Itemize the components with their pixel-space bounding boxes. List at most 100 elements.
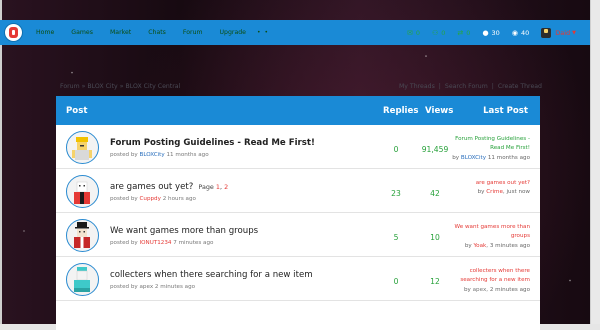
table-row[interactable]: Forum Posting Guidelines - Read Me First… (56, 125, 540, 169)
thread-meta: posted by BLOXCity 11 months ago (110, 152, 209, 158)
reply-count: 0 (393, 145, 399, 154)
avatar-figure (72, 137, 92, 160)
last-post-meta: by Yoak, 3 minutes ago (464, 242, 530, 249)
thread-title[interactable]: collecters when there searching for a ne… (110, 270, 313, 280)
last-post-author[interactable]: apex (473, 287, 487, 293)
my-threads-link[interactable]: My Threads (399, 83, 435, 90)
avatar[interactable] (66, 219, 99, 252)
last-post-by-label: by (452, 154, 460, 161)
breadcrumb: Forum» BLOX City» BLOX City Central (60, 83, 180, 90)
table-row[interactable]: are games out yet? Page 1, 2 posted by C… (56, 169, 540, 213)
top-navbar: Home Games Market Chats Forum Upgrade • … (0, 20, 590, 45)
scrollbar[interactable] (590, 0, 600, 330)
page-link-2[interactable]: 2 (224, 183, 228, 191)
thread-age: 2 hours ago (162, 196, 196, 202)
last-post-by-label: by (464, 242, 472, 249)
forum-actions: My Threads | Search Forum | Create Threa… (399, 83, 542, 90)
window-edge-left (0, 0, 2, 330)
friend-requests-counter[interactable]: ⚇ 0 (432, 29, 445, 37)
search-forum-link[interactable]: Search Forum (445, 83, 488, 90)
last-post: We want games more than groups by Yoak, … (446, 223, 530, 251)
reply-count: 23 (391, 189, 401, 198)
last-post-title[interactable]: Forum Posting Guidelines - Read Me First… (446, 135, 530, 154)
last-post: are games out yet? by Crime, just now (446, 179, 530, 198)
friends-icon: ⚇ (432, 28, 439, 37)
last-post-age: 2 minutes ago (489, 286, 530, 293)
last-post-by-label: by (463, 286, 471, 293)
header-views: Views (425, 106, 454, 116)
thread-age: 11 months ago (166, 152, 209, 158)
avatar[interactable] (66, 131, 99, 164)
avatar-figure (74, 181, 90, 204)
site-logo[interactable] (5, 24, 22, 41)
cash-icon: ◉ (511, 28, 518, 37)
nav-forum[interactable]: Forum (183, 29, 203, 36)
avatar-figure (74, 267, 90, 292)
nav-games[interactable]: Games (71, 29, 93, 36)
messages-counter[interactable]: ✉ 0 (407, 29, 420, 37)
last-post-author[interactable]: Yoak (474, 243, 487, 249)
thread-meta: posted by IONUT1234 7 minutes ago (110, 240, 213, 246)
page-links: Page 1, 2 (198, 183, 229, 191)
thread-meta: posted by Cuppdy 2 hours ago (110, 196, 196, 202)
last-post-title[interactable]: are games out yet? (446, 179, 530, 188)
avatar[interactable] (66, 263, 99, 296)
currency-2-amount: 40 (520, 28, 530, 37)
header-post: Post (66, 106, 88, 116)
breadcrumb-blox-city[interactable]: BLOX City (87, 83, 117, 90)
posted-by-label: posted by (110, 196, 138, 202)
divider: | (438, 83, 441, 90)
create-thread-link[interactable]: Create Thread (498, 83, 542, 90)
friend-requests-count: 0 (441, 28, 446, 37)
thread-author[interactable]: BLOXCity (140, 152, 165, 158)
thread-title-text[interactable]: are games out yet? (110, 182, 193, 192)
table-header: Post Replies Views Last Post (56, 96, 540, 125)
thread-title[interactable]: Forum Posting Guidelines - Read Me First… (110, 138, 315, 148)
last-post-meta: by BLOXCity 11 months ago (452, 155, 530, 161)
thread-author[interactable]: apex (140, 284, 154, 290)
currency-1[interactable]: ● 30 (482, 29, 499, 37)
page-label: Page (198, 183, 214, 191)
user-name[interactable]: Daid (555, 29, 570, 37)
trades-count: 0 (466, 28, 471, 37)
trades-counter[interactable]: ⇄ 0 (457, 29, 470, 37)
thread-title[interactable]: are games out yet? Page 1, 2 (110, 182, 228, 192)
logo-mark (9, 27, 18, 38)
last-post-author[interactable]: BLOXCity (461, 155, 486, 161)
coin-icon: ● (482, 28, 489, 37)
posted-by-label: posted by (110, 240, 138, 246)
reply-count: 5 (393, 233, 399, 242)
nav-more-dots[interactable]: • • (257, 29, 269, 36)
last-post-by-label: by (477, 189, 485, 196)
header-last-post: Last Post (483, 106, 528, 116)
currency-2[interactable]: ◉ 40 (512, 29, 529, 37)
avatar-figure (74, 222, 90, 248)
nav-chats[interactable]: Chats (148, 29, 166, 36)
nav-market[interactable]: Market (110, 29, 131, 36)
breadcrumb-sep: » (119, 83, 124, 90)
nav-upgrade[interactable]: Upgrade (220, 29, 246, 36)
last-post-age: 11 months ago (487, 154, 530, 161)
divider: | (491, 83, 494, 90)
nav-home[interactable]: Home (36, 29, 54, 36)
thread-author[interactable]: IONUT1234 (140, 240, 172, 246)
avatar[interactable] (66, 175, 99, 208)
thread-age: 7 minutes ago (173, 240, 214, 246)
chevron-down-icon[interactable]: ▼ (572, 30, 576, 36)
last-post-title[interactable]: collecters when there searching for a ne… (446, 267, 530, 286)
user-avatar[interactable] (541, 27, 552, 38)
last-post-age: just now (506, 189, 530, 196)
posted-by-label: posted by (110, 152, 138, 158)
thread-author[interactable]: Cuppdy (140, 196, 161, 202)
last-post-author[interactable]: Crime (486, 189, 503, 195)
table-row[interactable]: We want games more than groups posted by… (56, 213, 540, 257)
page-link-1[interactable]: 1 (216, 183, 220, 191)
thread-title[interactable]: We want games more than groups (110, 226, 258, 236)
breadcrumb-central[interactable]: BLOX City Central (126, 83, 181, 90)
breadcrumb-forum[interactable]: Forum (60, 83, 80, 90)
table-row[interactable]: collecters when there searching for a ne… (56, 257, 540, 301)
envelope-icon: ✉ (406, 28, 413, 37)
trade-icon: ⇄ (457, 28, 464, 37)
last-post-title[interactable]: We want games more than groups (446, 223, 530, 242)
last-post-meta: by apex, 2 minutes ago (463, 286, 530, 293)
